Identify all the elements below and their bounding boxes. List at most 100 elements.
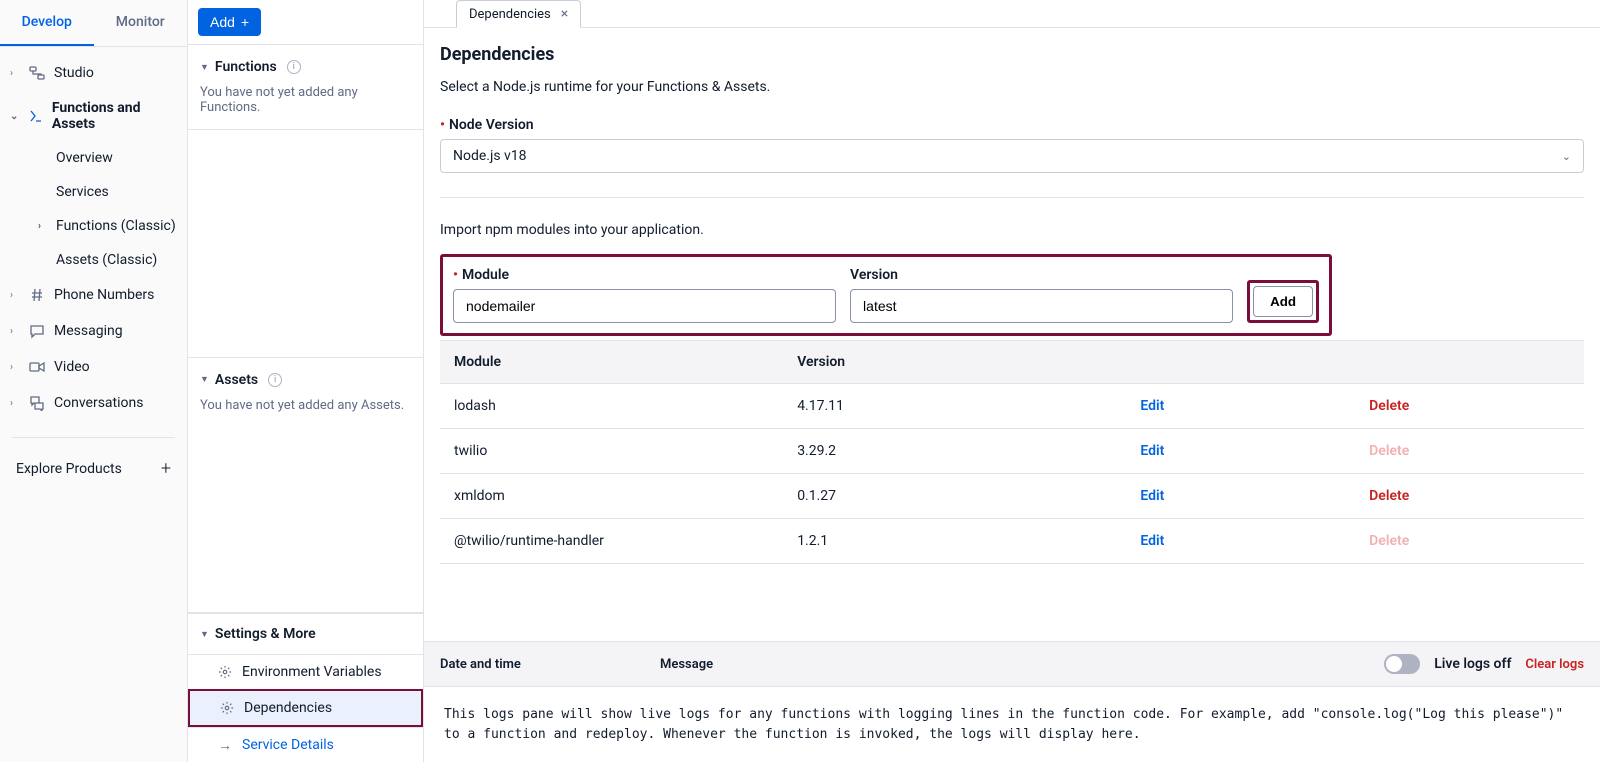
cell-module: lodash (440, 384, 783, 429)
module-label: •Module (453, 267, 836, 283)
section-title: Functions (215, 59, 277, 75)
settings-item-env-vars[interactable]: Environment Variables (188, 654, 423, 689)
nav-item-studio[interactable]: › Studio (0, 55, 187, 91)
delete-link[interactable]: Delete (1369, 488, 1409, 504)
logs-body: This logs pane will show live logs for a… (424, 687, 1600, 762)
functions-section-header[interactable]: ▼ Functions i (200, 59, 411, 75)
logs-header: Date and time Message Live logs off Clea… (424, 641, 1600, 687)
table-row: @twilio/runtime-handler1.2.1EditDelete (440, 519, 1584, 564)
nav-sub-overview[interactable]: Overview (0, 141, 187, 175)
edit-link[interactable]: Edit (1140, 398, 1164, 414)
chevron-down-icon: ⌄ (1562, 150, 1571, 163)
gear-icon (220, 701, 234, 715)
settings-label: Service Details (242, 737, 334, 753)
module-input[interactable] (453, 289, 836, 323)
nav-item-conversations[interactable]: › Conversations (0, 385, 187, 421)
clear-logs-button[interactable]: Clear logs (1525, 657, 1584, 672)
logs-col-message: Message (660, 657, 1384, 672)
version-input[interactable] (850, 289, 1233, 323)
nav-label: Functions (Classic) (56, 218, 176, 234)
nav-sub-services[interactable]: Services (0, 175, 187, 209)
live-logs-toggle[interactable] (1384, 654, 1420, 674)
cell-version: 4.17.11 (783, 384, 1126, 429)
section-title: Settings & More (215, 626, 316, 642)
tab-develop[interactable]: Develop (0, 0, 94, 46)
delete-link[interactable]: Delete (1369, 398, 1409, 414)
nav-label: Phone Numbers (54, 287, 154, 303)
chevron-down-icon: ⌄ (10, 111, 19, 122)
live-logs-label: Live logs off (1434, 656, 1511, 672)
nav-item-phone-numbers[interactable]: › Phone Numbers (0, 277, 187, 313)
add-button[interactable]: Add + (198, 8, 261, 36)
version-label: Version (850, 267, 1233, 283)
close-icon[interactable]: × (561, 6, 568, 22)
section-title: Assets (215, 372, 258, 388)
left-sidebar: Develop Monitor › Studio ⌄ Functions and… (0, 0, 188, 762)
nav-item-messaging[interactable]: › Messaging (0, 313, 187, 349)
add-button-label: Add (210, 14, 235, 30)
settings-item-service-details[interactable]: → Service Details (188, 727, 423, 762)
tab-monitor[interactable]: Monitor (94, 0, 188, 46)
hash-icon (28, 286, 46, 304)
add-module-row: •Module Version Add (440, 254, 1332, 336)
page-description: Select a Node.js runtime for your Functi… (440, 79, 1584, 95)
triangle-down-icon: ▼ (200, 374, 209, 385)
triangle-down-icon: ▼ (200, 62, 209, 73)
nav-label: Video (54, 359, 90, 375)
edit-link[interactable]: Edit (1140, 488, 1164, 504)
info-icon[interactable]: i (287, 60, 301, 74)
add-module-button[interactable]: Add (1253, 286, 1313, 317)
settings-label: Dependencies (244, 700, 332, 716)
tab-label: Dependencies (469, 7, 551, 22)
chat-icon (28, 322, 46, 340)
edit-link[interactable]: Edit (1140, 533, 1164, 549)
settings-item-dependencies[interactable]: Dependencies (188, 689, 423, 727)
nav-label: Messaging (54, 323, 123, 339)
import-description: Import npm modules into your application… (440, 222, 1584, 238)
settings-label: Environment Variables (242, 664, 382, 680)
explore-products[interactable]: Explore Products + (0, 446, 187, 491)
arrow-right-icon: → (218, 738, 232, 752)
nav-sub-assets-classic[interactable]: Assets (Classic) (0, 243, 187, 277)
cell-version: 0.1.27 (783, 474, 1126, 519)
middle-panel: Add + ▼ Functions i You have not yet add… (188, 0, 424, 762)
assets-empty-message: You have not yet added any Assets. (200, 398, 411, 413)
nav-label: Conversations (54, 395, 143, 411)
chevron-right-icon: › (10, 326, 20, 337)
video-icon (28, 358, 46, 376)
col-version: Version (783, 341, 1126, 384)
assets-section-header[interactable]: ▼ Assets i (200, 372, 411, 388)
edit-link[interactable]: Edit (1140, 443, 1164, 459)
nav-sub-functions-classic[interactable]: › Functions (Classic) (0, 209, 187, 243)
functions-empty-message: You have not yet added any Functions. (200, 85, 411, 115)
plus-icon: + (241, 14, 249, 30)
col-module: Module (440, 341, 783, 384)
conversations-icon (28, 394, 46, 412)
table-row: xmldom0.1.27EditDelete (440, 474, 1584, 519)
nav-item-video[interactable]: › Video (0, 349, 187, 385)
triangle-down-icon: ▼ (200, 629, 209, 640)
node-version-label: •Node Version (440, 117, 1584, 133)
dependencies-table: Module Version lodash4.17.11EditDeletetw… (440, 340, 1584, 564)
delete-link: Delete (1369, 533, 1409, 549)
chevron-right-icon: › (10, 362, 20, 373)
logs-col-datetime: Date and time (440, 657, 660, 672)
nav-item-functions-assets[interactable]: ⌄ Functions and Assets (0, 91, 187, 141)
cell-version: 1.2.1 (783, 519, 1126, 564)
settings-more-header[interactable]: ▼ Settings & More (188, 614, 423, 654)
delete-link: Delete (1369, 443, 1409, 459)
cell-version: 3.29.2 (783, 429, 1126, 474)
info-icon[interactable]: i (268, 373, 282, 387)
file-tab-dependencies[interactable]: Dependencies × (456, 0, 581, 28)
chevron-right-icon: › (10, 68, 20, 79)
table-row: lodash4.17.11 Edit Delete (440, 384, 1584, 429)
chevron-right-icon: › (10, 290, 20, 301)
cell-module: twilio (440, 429, 783, 474)
chevron-right-icon: › (10, 398, 20, 409)
node-version-select[interactable]: Node.js v18 ⌄ (440, 139, 1584, 173)
table-row: twilio3.29.2 Edit Delete (440, 429, 1584, 474)
nav-label: Functions and Assets (52, 100, 177, 132)
divider (12, 437, 175, 438)
page-title: Dependencies (440, 44, 1584, 65)
explore-label: Explore Products (16, 461, 122, 477)
